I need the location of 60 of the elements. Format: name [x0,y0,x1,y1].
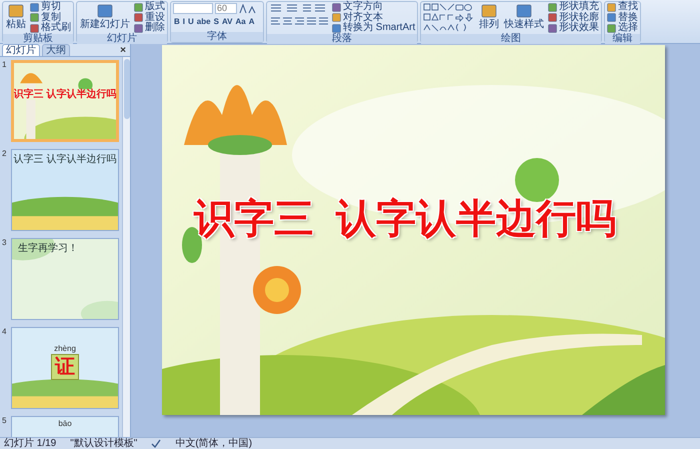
ribbon-button[interactable]: 形状填充 [548,2,600,13]
group-label: 绘图 [421,34,602,44]
scrollbar[interactable] [122,57,130,437]
slide-thumbnail[interactable]: zhèng 证 [11,327,119,409]
tool-icon [97,4,113,18]
format-button[interactable]: S [212,17,220,26]
group-label: 幻灯片 [77,34,167,44]
format-button[interactable]: A [248,17,256,26]
tool-icon [516,4,532,18]
slide-text: bāo [58,419,72,428]
format-button[interactable]: B [173,17,181,26]
format-button[interactable]: AV [220,17,234,26]
close-button[interactable]: × [120,45,130,56]
ribbon-button[interactable]: 查找 [607,2,638,13]
panel-tab[interactable]: 幻灯片 [2,44,40,56]
slide-thumbnail[interactable]: 生字再学习！ [11,238,119,320]
slide-thumbnail[interactable]: 认字三 认字认半边行吗 [11,149,119,231]
ribbon-button[interactable]: 重设 [134,12,165,24]
group-label: 编辑 [605,34,640,44]
ribbon-button[interactable]: 转换为 SmartArt [332,23,416,34]
format-button[interactable]: Aa [234,17,247,26]
status-text: 中文(简体，中国) [175,438,252,449]
font-size-field[interactable]: 60 [215,3,237,14]
format-button[interactable]: U [187,17,195,26]
panel-tab[interactable]: 大纲 [42,44,70,56]
ribbon-button[interactable]: 格式刷 [30,23,71,34]
slide-number: 5 [2,416,8,425]
slide-text: 证 [51,354,79,380]
slide-text: zhèng [54,344,76,353]
group-label: 剪贴板 [3,34,73,44]
ribbon-button[interactable]: 删除 [134,23,165,34]
group-label: 字体 [171,32,263,42]
format-button[interactable]: abe [196,17,212,26]
ribbon-button[interactable]: 文字方向 [332,2,416,13]
tool-icon [481,4,498,18]
ribbon-button[interactable]: 选择 [607,23,638,34]
slide-title: 识字三 认字认半边行吗 [194,196,616,243]
slide-number: 3 [2,238,8,247]
shapes-gallery[interactable] [423,3,476,33]
font-name-field[interactable] [173,3,213,14]
ribbon-button[interactable]: 版式 [134,2,165,13]
slide-number: 1 [2,60,8,69]
ribbon-button[interactable]: 快速样式 [503,2,546,34]
ribbon-button[interactable]: 排列 [478,2,500,34]
ribbon-button[interactable]: 形状效果 [548,23,600,34]
align-icons[interactable] [269,16,329,26]
slide-thumbnail[interactable]: bāo [11,416,119,437]
tool-icon [8,4,24,18]
spellcheck-icon[interactable] [151,439,162,448]
group-label: 段落 [267,34,418,44]
status-text: 幻灯片 1/19 [4,438,56,449]
slide-text: 认字三 认字认半边行吗 [14,154,116,165]
ribbon-button[interactable]: 粘贴 [5,2,27,34]
status-text: "默认设计模板" [70,438,138,449]
slide-text: 生字再学习！ [17,243,78,254]
ribbon-button[interactable]: 新建幻灯片 [79,2,131,34]
slide-number: 2 [2,149,8,158]
slide-number: 4 [2,327,8,336]
ribbon-button[interactable]: 剪切 [30,2,71,13]
format-button[interactable]: I [182,17,186,26]
